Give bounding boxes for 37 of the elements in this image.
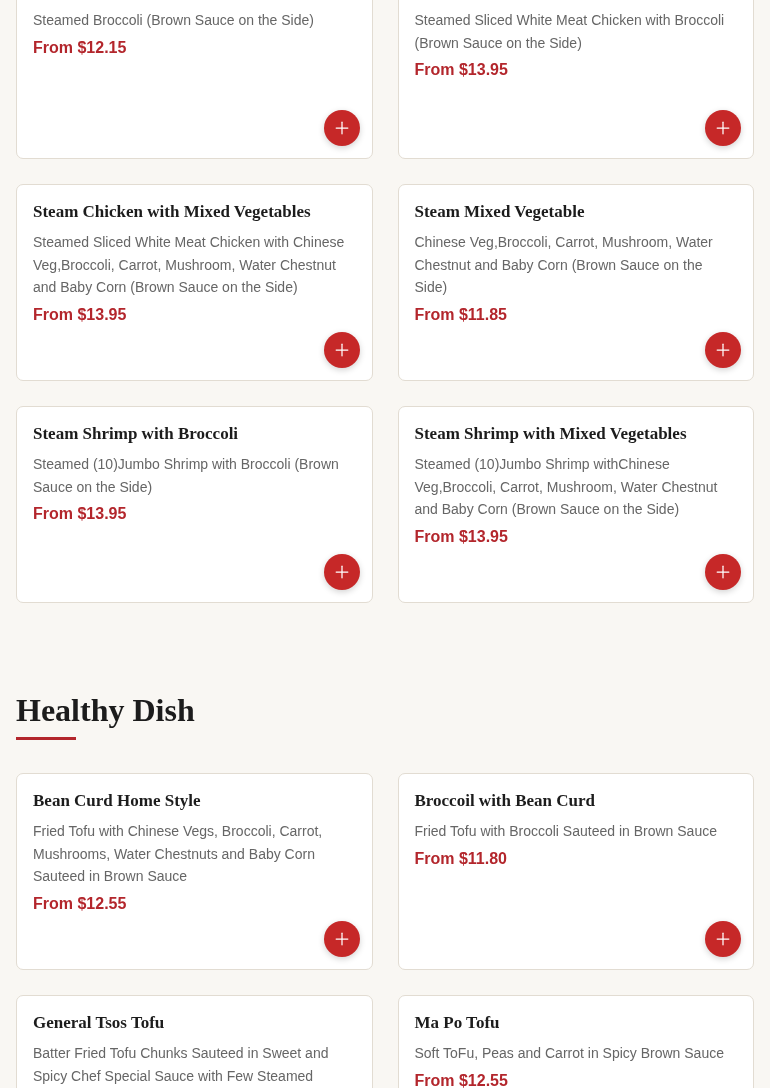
item-description: Steamed Sliced White Meat Chicken with Broccoli (Brown Sauce on the Side) bbox=[414, 11, 726, 53]
item-title: Ma Po Tofu bbox=[414, 1012, 500, 1034]
item-title: Bean Curd Home Style bbox=[33, 790, 201, 812]
item-price: From $12.55 bbox=[414, 1070, 508, 1088]
item-description: Steamed Sliced White Meat Chicken with Chinese Veg,Broccoli, Carrot, Mushroom, Water Chestnut and Baby Corn (Brown Sauce on the Side) bbox=[33, 233, 346, 297]
add-button[interactable] bbox=[705, 110, 741, 146]
heading-underline bbox=[16, 737, 76, 740]
item-title: General Tsos Tofu bbox=[33, 1012, 165, 1034]
item-description: Batter Fried Tofu Chunks Sauteed in Sweet and Spicy Chef Special Sauce with Few Steamed bbox=[33, 1044, 330, 1086]
item-title: Steam Shrimp with Mixed Vegetables bbox=[414, 423, 687, 445]
item-price: From $13.95 bbox=[33, 504, 127, 524]
item-price: From $13.95 bbox=[414, 60, 508, 80]
item-description: Steamed (10)Jumbo Shrimp with Broccoli (Brown Sauce on the Side) bbox=[33, 455, 340, 497]
item-title: Steam Mixed Vegetable bbox=[414, 201, 585, 223]
item-price: From $12.15 bbox=[33, 37, 127, 58]
add-button[interactable] bbox=[323, 921, 360, 957]
add-button[interactable] bbox=[705, 921, 741, 957]
section-heading: Healthy Dish bbox=[16, 691, 196, 730]
item-title: Steam Chicken with Mixed Vegetables bbox=[33, 201, 311, 223]
item-price: From $11.85 bbox=[414, 304, 507, 325]
item-price: From $12.55 bbox=[33, 893, 127, 914]
add-button[interactable] bbox=[705, 554, 741, 590]
item-description: Fried Tofu with Chinese Vegs, Broccoli, Carrot, Mushrooms, Water Chestnuts and Baby Corn Sauteed in Brown Sauce bbox=[33, 822, 324, 886]
item-description: Fried Tofu with Broccoli Sauteed in Brown Sauce bbox=[414, 822, 718, 841]
item-price: From $11.80 bbox=[414, 848, 507, 869]
item-price: From $13.95 bbox=[33, 304, 127, 325]
item-price: From $13.95 bbox=[414, 526, 508, 547]
item-title: Steam Shrimp with Broccoli bbox=[33, 423, 239, 445]
item-title: Broccoil with Bean Curd bbox=[414, 790, 596, 812]
item-description: Chinese Veg,Broccoli, Carrot, Mushroom, Water Chestnut and Baby Corn (Brown Sauce on the Side) bbox=[414, 233, 714, 297]
add-button[interactable] bbox=[323, 110, 360, 146]
item-description: Steamed (10)Jumbo Shrimp withChinese Veg,Broccoli, Carrot, Mushroom, Water Chestnut and Baby Corn (Brown Sauce on the Side) bbox=[414, 455, 719, 519]
item-description: Soft ToFu, Peas and Carrot in Spicy Brown Sauce bbox=[414, 1044, 725, 1063]
add-button[interactable] bbox=[323, 554, 360, 590]
item-description: Steamed Broccoli (Brown Sauce on the Side) bbox=[33, 11, 315, 30]
add-button[interactable] bbox=[323, 332, 360, 368]
add-button[interactable] bbox=[705, 332, 741, 368]
